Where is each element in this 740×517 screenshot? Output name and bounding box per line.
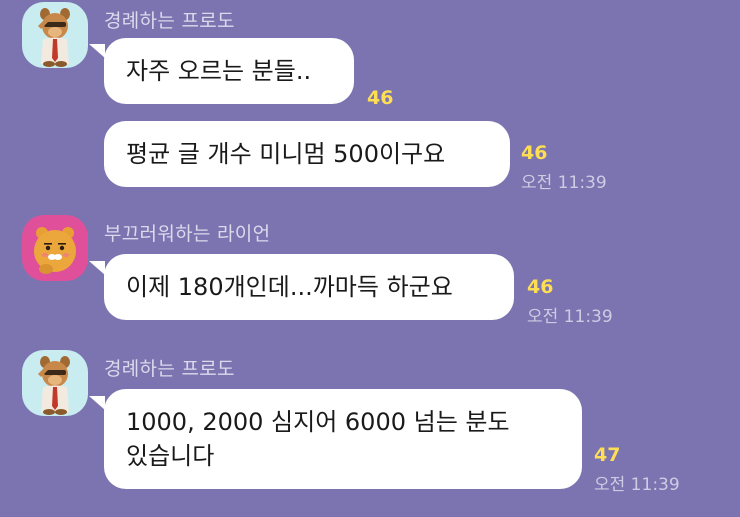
unread-count: 46 xyxy=(367,87,394,109)
message-time: 오전 11:39 xyxy=(521,173,607,193)
message-time: 오전 11:39 xyxy=(594,475,680,495)
message-bubble[interactable]: 평균 글 개수 미니멈 500이구요 xyxy=(104,121,510,187)
sender-avatar[interactable] xyxy=(22,2,88,68)
message-time: 오전 11:39 xyxy=(527,307,613,327)
ryan-shy-avatar-icon xyxy=(34,227,76,274)
unread-count: 46 xyxy=(521,142,548,164)
frodo-saluting-avatar-icon xyxy=(38,8,70,67)
message-text-line: 있습니다 xyxy=(126,442,215,470)
message-text-line: 1000, 2000 심지어 6000 넘는 분도 xyxy=(126,408,510,436)
frodo-saluting-avatar-icon xyxy=(38,356,70,415)
message-bubble[interactable]: 1000, 2000 심지어 6000 넘는 분도 있습니다 xyxy=(104,389,582,489)
unread-count: 47 xyxy=(594,444,621,466)
sender-name: 부끄러워하는 라이언 xyxy=(104,223,271,245)
sender-name: 경례하는 프로도 xyxy=(104,358,235,380)
bubble-tail xyxy=(89,396,105,410)
message-text: 이제 180개인데...까마득 하군요 xyxy=(126,273,453,301)
sender-name: 경례하는 프로도 xyxy=(104,10,235,32)
message-bubble[interactable]: 이제 180개인데...까마득 하군요 xyxy=(104,254,514,320)
message-text: 평균 글 개수 미니멈 500이구요 xyxy=(126,140,446,168)
message-bubble[interactable]: 자주 오르는 분들.. xyxy=(104,38,354,104)
bubble-tail xyxy=(89,261,105,275)
unread-count: 46 xyxy=(527,276,554,298)
sender-avatar[interactable] xyxy=(22,350,88,416)
message-text: 자주 오르는 분들.. xyxy=(126,57,312,85)
sender-avatar[interactable] xyxy=(22,215,88,281)
bubble-tail xyxy=(89,44,105,58)
